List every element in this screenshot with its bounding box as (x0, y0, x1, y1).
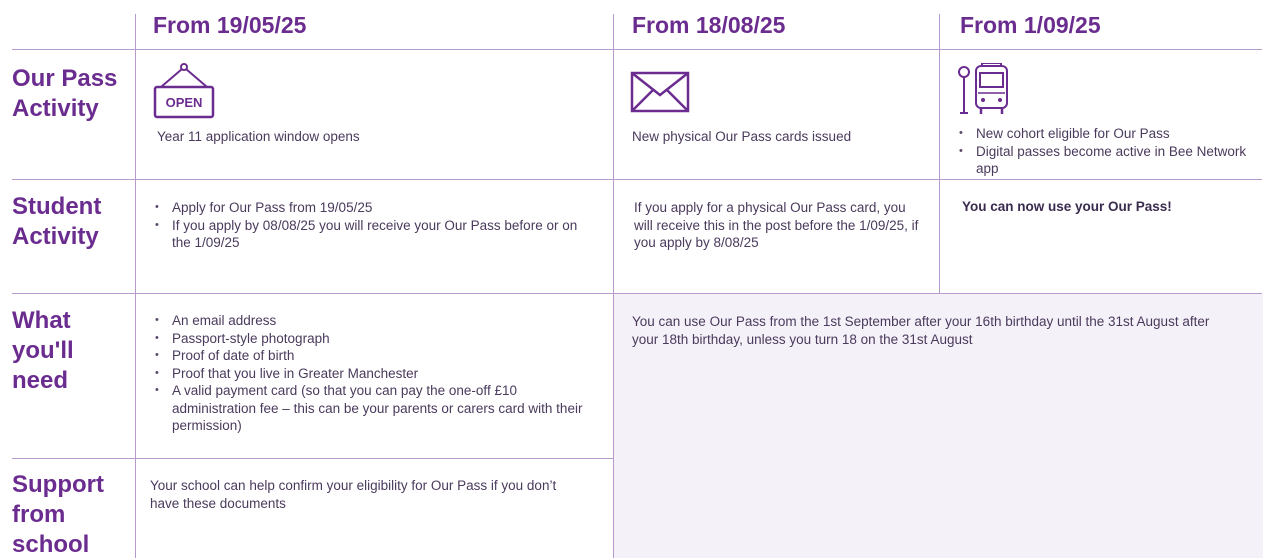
grid-line (135, 14, 136, 558)
list-item: Proof of date of birth (152, 347, 594, 365)
row-header-support: Support from school (12, 471, 104, 558)
row-header-pass-activity: Our Pass Activity (12, 65, 118, 122)
list-item: New cohort eligible for Our Pass (956, 125, 1266, 143)
list-item: If you apply by 08/08/25 you will receiv… (152, 217, 592, 252)
grid-line (12, 179, 1262, 180)
open-sign-text: OPEN (166, 95, 203, 110)
list-item: An email address (152, 312, 594, 330)
pass-activity-col1-text: Year 11 application window opens (157, 129, 360, 144)
bus-stop-icon (958, 63, 1008, 114)
pass-activity-col3-list: New cohort eligible for Our Pass Digital… (956, 125, 1266, 178)
column-header-1: From 19/05/25 (153, 12, 307, 38)
column-header-3: From 1/09/25 (960, 12, 1101, 38)
column-header-2: From 18/08/25 (632, 12, 786, 38)
grid-line (12, 458, 613, 459)
student-activity-col1-list: Apply for Our Pass from 19/05/25 If you … (152, 199, 592, 252)
grid-line (12, 293, 1262, 294)
support-text: Your school can help confirm your eligib… (150, 478, 557, 511)
open-sign-icon: OPEN (153, 63, 215, 119)
grid-line (12, 49, 1262, 50)
list-item: Apply for Our Pass from 19/05/25 (152, 199, 592, 217)
grid-line (939, 14, 940, 293)
list-item: Proof that you live in Greater Mancheste… (152, 365, 594, 383)
student-activity-col3-text: You can now use your Our Pass! (962, 199, 1172, 214)
row-header-student-activity: Student Activity (12, 193, 102, 250)
student-activity-col2-text: If you apply for a physical Our Pass car… (634, 200, 919, 250)
grid-line (613, 14, 614, 558)
list-item: Digital passes become active in Bee Netw… (956, 143, 1266, 178)
envelope-icon (630, 71, 690, 113)
list-item: Passport-style photograph (152, 330, 594, 348)
what-you-need-list: An email address Passport-style photogra… (152, 312, 594, 435)
eligibility-text: You can use Our Pass from the 1st Septem… (632, 314, 1210, 347)
pass-activity-col2-text: New physical Our Pass cards issued (632, 129, 852, 144)
list-item: A valid payment card (so that you can pa… (152, 382, 594, 435)
row-header-what-youll-need: What you'll need (12, 307, 74, 394)
